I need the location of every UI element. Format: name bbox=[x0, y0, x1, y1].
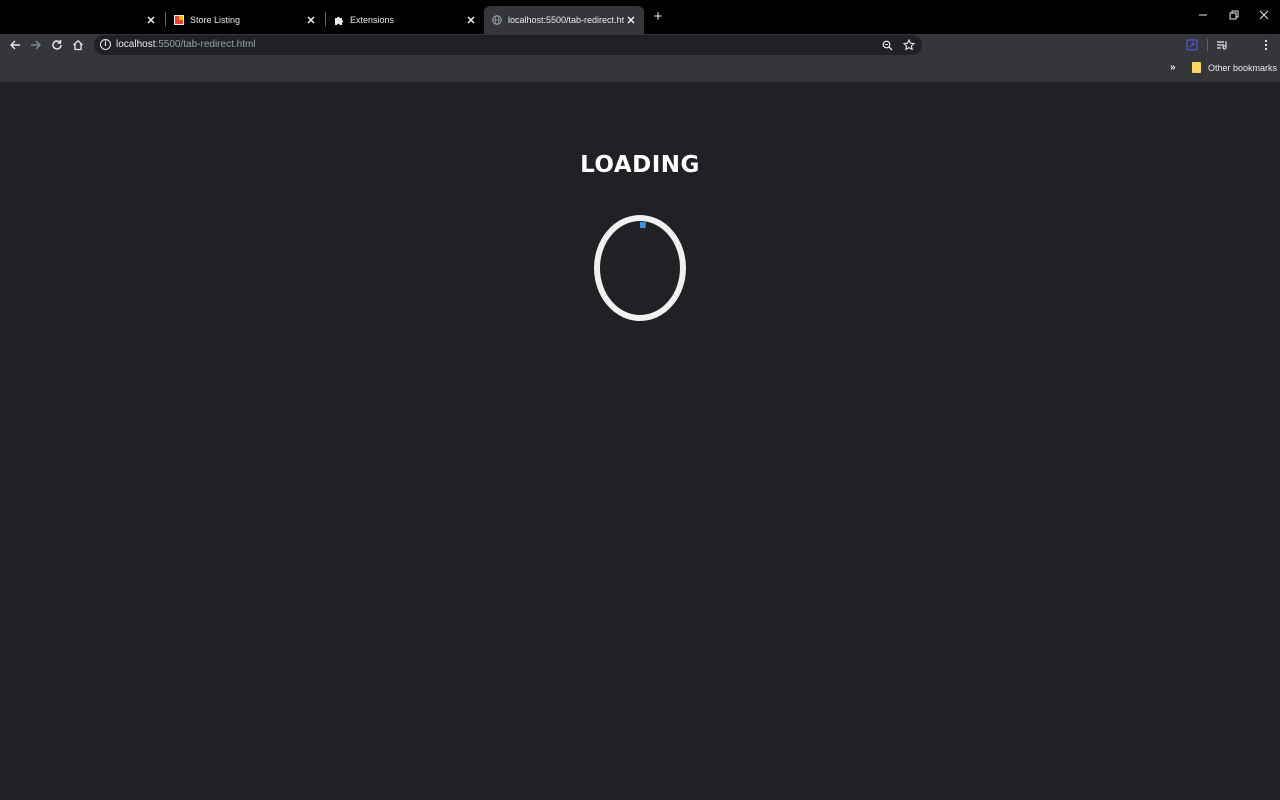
url-host: localhost bbox=[116, 39, 156, 50]
other-bookmarks-button[interactable]: Other bookmarks bbox=[1192, 62, 1277, 73]
page-content: LOADING bbox=[0, 82, 1280, 800]
close-icon[interactable]: ✕ bbox=[304, 13, 318, 27]
extension-icon[interactable] bbox=[1183, 36, 1201, 54]
tab-localhost[interactable]: localhost:5500/tab-redirect.html ✕ bbox=[484, 6, 644, 34]
star-icon[interactable] bbox=[902, 38, 916, 52]
other-bookmarks-label: Other bookmarks bbox=[1208, 62, 1278, 73]
site-info-icon[interactable]: i bbox=[100, 39, 111, 50]
bookmarks-bar: » Other bookmarks bbox=[0, 56, 1280, 82]
window-close-icon[interactable] bbox=[1250, 6, 1278, 24]
minimize-icon[interactable] bbox=[1189, 6, 1217, 24]
menu-icon[interactable] bbox=[1257, 36, 1275, 54]
puzzle-icon bbox=[334, 15, 344, 25]
forward-icon[interactable] bbox=[27, 36, 45, 54]
page-heading: LOADING bbox=[580, 152, 700, 178]
url-text[interactable]: localhost:5500/tab-redirect.html bbox=[116, 39, 256, 50]
zoom-icon[interactable] bbox=[880, 38, 894, 52]
loading-spinner bbox=[593, 215, 687, 321]
tab-title: localhost:5500/tab-redirect.html bbox=[508, 15, 624, 25]
close-icon[interactable]: ✕ bbox=[144, 13, 158, 27]
bookmarks-overflow-icon[interactable]: » bbox=[1170, 62, 1176, 73]
tab-title: Store Listing bbox=[190, 15, 241, 25]
reading-list-icon[interactable] bbox=[1213, 36, 1231, 54]
reload-icon[interactable] bbox=[48, 36, 66, 54]
back-icon[interactable] bbox=[6, 36, 24, 54]
store-favicon-icon bbox=[174, 15, 184, 25]
toolbar-separator bbox=[1207, 39, 1208, 51]
address-bar[interactable]: i localhost:5500/tab-redirect.html bbox=[94, 35, 922, 55]
spinner-track bbox=[594, 215, 686, 321]
tab-blank[interactable]: ✕ bbox=[0, 6, 164, 34]
home-icon[interactable] bbox=[69, 36, 87, 54]
restore-icon[interactable] bbox=[1220, 6, 1248, 24]
new-tab-button[interactable]: + bbox=[650, 9, 666, 26]
globe-icon bbox=[492, 15, 502, 25]
tab-strip: ✕ Store Listing ✕ Extensions ✕ localhost… bbox=[0, 0, 1280, 34]
tab-title: Extensions bbox=[350, 15, 395, 25]
browser-toolbar: i localhost:5500/tab-redirect.html bbox=[0, 34, 1280, 56]
url-path: :5500/tab-redirect.html bbox=[155, 39, 256, 50]
close-icon[interactable]: ✕ bbox=[624, 13, 638, 27]
folder-icon bbox=[1192, 62, 1201, 73]
close-icon[interactable]: ✕ bbox=[464, 13, 478, 27]
tab-store-listing[interactable]: Store Listing ✕ bbox=[166, 6, 324, 34]
tab-extensions[interactable]: Extensions ✕ bbox=[326, 6, 484, 34]
